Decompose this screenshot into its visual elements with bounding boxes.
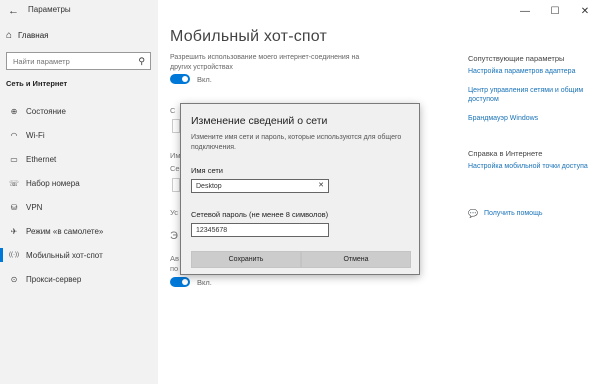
network-center-link[interactable]: Центр управления сетями и общим доступом	[468, 86, 593, 104]
sidebar-nav: ⊕ Состояние ◠ Wi-Fi ▭ Ethernet ☏ Набор н…	[0, 99, 158, 291]
home-icon: ⌂	[6, 30, 13, 41]
sidebar-item-ethernet[interactable]: ▭ Ethernet	[0, 147, 158, 171]
category-heading: Сеть и Интернет	[6, 79, 68, 88]
window-title: Параметры	[28, 5, 71, 14]
sidebar-item-label: Режим «в самолете»	[26, 226, 104, 236]
search-icon[interactable]: ⚲	[138, 56, 145, 67]
sidebar-item-status[interactable]: ⊕ Состояние	[0, 99, 158, 123]
search-input[interactable]	[13, 56, 128, 66]
power-saving-toggle-label: Вкл.	[197, 278, 212, 287]
firewall-link[interactable]: Брандмауэр Windows	[468, 114, 593, 123]
globe-icon: ⊕	[10, 106, 18, 116]
save-button[interactable]: Сохранить	[191, 251, 301, 268]
power-saving-toggle[interactable]	[170, 277, 190, 287]
online-help: Справка в Интернете Настройка мобильной …	[468, 149, 593, 181]
bg-dropdown-fragment	[172, 119, 180, 133]
sidebar-item-label: Набор номера	[26, 178, 80, 188]
back-arrow-icon[interactable]: ←	[8, 5, 19, 17]
sidebar-item-hotspot[interactable]: ((·)) Мобильный хот-спот	[0, 243, 158, 267]
share-toggle[interactable]	[170, 74, 190, 84]
sidebar-item-label: Прокси-сервер	[26, 274, 82, 284]
page-title: Мобильный хот-спот	[170, 28, 328, 45]
network-name-label: Имя сети	[191, 166, 223, 175]
bg-text-fragment: Им	[170, 151, 181, 160]
get-help-label: Получить помощь	[483, 210, 543, 217]
get-help-row: 💬 Получить помощь	[468, 209, 593, 218]
ethernet-icon: ▭	[10, 154, 18, 164]
bg-text-fragment: Ус	[170, 208, 179, 217]
edit-network-dialog: Изменение сведений о сети Измените имя с…	[180, 103, 420, 275]
sidebar-item-vpn[interactable]: ⛁ VPN	[0, 195, 158, 219]
related-heading: Сопутствующие параметры	[468, 54, 565, 63]
chat-help-icon: 💬	[468, 209, 478, 218]
phone-icon: ☏	[8, 178, 19, 188]
related-settings: Сопутствующие параметры Настройка параме…	[468, 54, 593, 133]
bg-heading-fragment: Э	[170, 230, 178, 242]
bg-text-fragment: С	[170, 106, 176, 115]
home-link[interactable]: ⌂ Главная	[6, 30, 49, 41]
sidebar-item-wifi[interactable]: ◠ Wi-Fi	[0, 123, 158, 147]
hotspot-help-link[interactable]: Настройка мобильной точки доступа	[468, 162, 593, 171]
share-description: Разрешить использование моего интернет-с…	[170, 54, 360, 71]
hotspot-icon: ((·))	[9, 252, 19, 258]
sidebar-item-label: Мобильный хот-спот	[26, 250, 103, 260]
share-toggle-label: Вкл.	[197, 75, 212, 84]
proxy-icon: ⊙	[10, 274, 18, 284]
search-box[interactable]: ⚲	[6, 52, 151, 70]
network-name-field[interactable]: ✕	[191, 179, 329, 193]
password-input[interactable]	[196, 226, 316, 234]
get-help-link[interactable]: 💬 Получить помощь	[468, 209, 593, 218]
bg-text-fragment: по	[170, 264, 179, 273]
dialog-title: Изменение сведений о сети	[191, 115, 328, 127]
vpn-icon: ⛁	[10, 202, 18, 212]
cancel-button[interactable]: Отмена	[301, 251, 411, 268]
sidebar-item-label: VPN	[26, 202, 43, 212]
home-label: Главная	[18, 31, 49, 40]
wifi-icon: ◠	[10, 130, 18, 140]
bg-text-fragment: Се	[170, 164, 180, 173]
password-label: Сетевой пароль (не менее 8 символов)	[191, 210, 329, 219]
sidebar-item-label: Состояние	[26, 106, 66, 116]
bg-text-fragment: Ав	[170, 254, 179, 263]
network-name-input[interactable]	[196, 182, 316, 190]
clear-text-icon[interactable]: ✕	[318, 181, 324, 189]
dialog-description: Измените имя сети и пароль, которые испо…	[191, 134, 402, 151]
password-field[interactable]	[191, 223, 329, 237]
bg-button-fragment	[172, 178, 180, 192]
airplane-icon: ✈	[10, 226, 18, 236]
adapter-settings-link[interactable]: Настройка параметров адаптера	[468, 67, 593, 76]
sidebar-item-label: Ethernet	[26, 154, 57, 164]
sidebar-item-dialup[interactable]: ☏ Набор номера	[0, 171, 158, 195]
sidebar-item-airplane[interactable]: ✈ Режим «в самолете»	[0, 219, 158, 243]
help-heading: Справка в Интернете	[468, 149, 543, 158]
sidebar-item-proxy[interactable]: ⊙ Прокси-сервер	[0, 267, 158, 291]
sidebar-item-label: Wi-Fi	[26, 130, 45, 140]
